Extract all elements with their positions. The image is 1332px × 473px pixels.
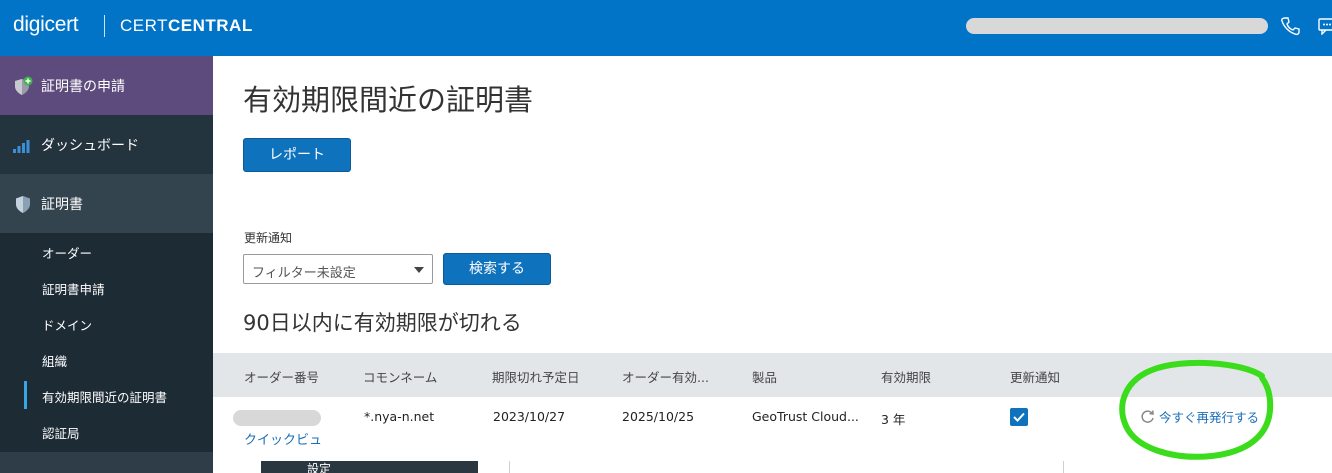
shield-plus-icon bbox=[15, 76, 33, 95]
column-divider bbox=[1063, 461, 1064, 473]
chat-icon[interactable] bbox=[1318, 17, 1332, 35]
column-header-order-validity[interactable]: オーダー有効... bbox=[622, 367, 709, 386]
report-button[interactable]: レポート bbox=[243, 138, 351, 172]
cell-validity: 3 年 bbox=[881, 412, 906, 427]
floating-menu-panel bbox=[261, 461, 478, 473]
page-title: 有効期限間近の証明書 bbox=[243, 83, 534, 117]
renewal-notice-filter-select[interactable]: フィルター未設定 bbox=[243, 254, 433, 284]
cell-product: GeoTrust Cloud... bbox=[752, 409, 859, 424]
digicert-logo[interactable]: digicert bbox=[13, 13, 79, 37]
checkmark-icon bbox=[1013, 412, 1025, 422]
reissue-label: 今すぐ再発行する bbox=[1159, 410, 1260, 425]
redacted-order-number bbox=[233, 410, 321, 426]
cell-order-validity: 2025/10/25 bbox=[622, 409, 695, 424]
active-indicator bbox=[24, 381, 27, 409]
sidebar-item-request-certificate[interactable]: 証明書の申請 bbox=[0, 56, 213, 115]
column-header-expiry-date[interactable]: 期限切れ予定日 bbox=[492, 367, 580, 386]
column-header-order-number[interactable]: オーダー番号 bbox=[244, 367, 319, 386]
phone-icon[interactable] bbox=[1280, 16, 1300, 36]
sidebar-sub-cert-requests[interactable]: 証明書申請 bbox=[0, 269, 213, 305]
sidebar-sub-cert-authority[interactable]: 認証局 bbox=[0, 413, 213, 449]
sidebar-item-certificates[interactable]: 証明書 bbox=[0, 174, 213, 233]
logo-divider bbox=[104, 15, 105, 37]
signal-bars-icon bbox=[13, 140, 30, 153]
refresh-icon bbox=[1141, 410, 1154, 423]
cell-common-name: *.nya-n.net bbox=[364, 409, 435, 424]
chevron-down-icon bbox=[414, 267, 424, 273]
sidebar-label-dashboard: ダッシュボード bbox=[41, 138, 139, 154]
search-button[interactable]: 検索する bbox=[443, 253, 551, 285]
column-header-product[interactable]: 製品 bbox=[752, 367, 777, 386]
sidebar-sub-domains[interactable]: ドメイン bbox=[0, 305, 213, 341]
filter-value: フィルター未設定 bbox=[252, 266, 356, 281]
column-header-renewal-notice[interactable]: 更新通知 bbox=[1010, 367, 1060, 386]
sidebar-sub-expiring-certs[interactable]: 有効期限間近の証明書 bbox=[0, 377, 213, 413]
table-header: オーダー番号 コモンネーム 期限切れ予定日 オーダー有効... 製品 有効期限 … bbox=[213, 353, 1332, 397]
cell-expiry-date: 2023/10/27 bbox=[493, 409, 566, 424]
shield-icon bbox=[16, 196, 30, 213]
column-divider bbox=[509, 461, 510, 473]
sidebar-label-certificates: 証明書 bbox=[41, 197, 83, 213]
sidebar-next-section bbox=[0, 452, 213, 473]
sidebar-sub-orders[interactable]: オーダー bbox=[0, 233, 213, 269]
top-header: digicert CERTCENTRAL bbox=[0, 0, 1332, 56]
filter-label: 更新通知 bbox=[244, 231, 293, 245]
floating-menu-item-settings[interactable]: 設定 bbox=[307, 463, 331, 473]
sidebar-sub-organizations[interactable]: 組織 bbox=[0, 341, 213, 377]
sidebar: 証明書の申請 ダッシュボード 証明書 オーダー 証明書申請 ドメイン 組織 有効… bbox=[0, 56, 213, 473]
renewal-notice-checkbox[interactable] bbox=[1010, 408, 1028, 426]
quick-view-link[interactable]: クイックビュ bbox=[244, 429, 322, 448]
certcentral-logo[interactable]: CERTCENTRAL bbox=[120, 16, 253, 36]
column-header-validity[interactable]: 有効期限 bbox=[881, 367, 931, 386]
redacted-account-bar[interactable] bbox=[966, 18, 1268, 34]
sidebar-item-dashboard[interactable]: ダッシュボード bbox=[0, 115, 213, 174]
section-title: 90日以内に有効期限が切れる bbox=[243, 311, 522, 335]
sidebar-label-request: 証明書の申請 bbox=[41, 79, 125, 95]
reissue-now-link[interactable]: 今すぐ再発行する bbox=[1140, 407, 1259, 426]
column-header-common-name[interactable]: コモンネーム bbox=[363, 367, 437, 386]
